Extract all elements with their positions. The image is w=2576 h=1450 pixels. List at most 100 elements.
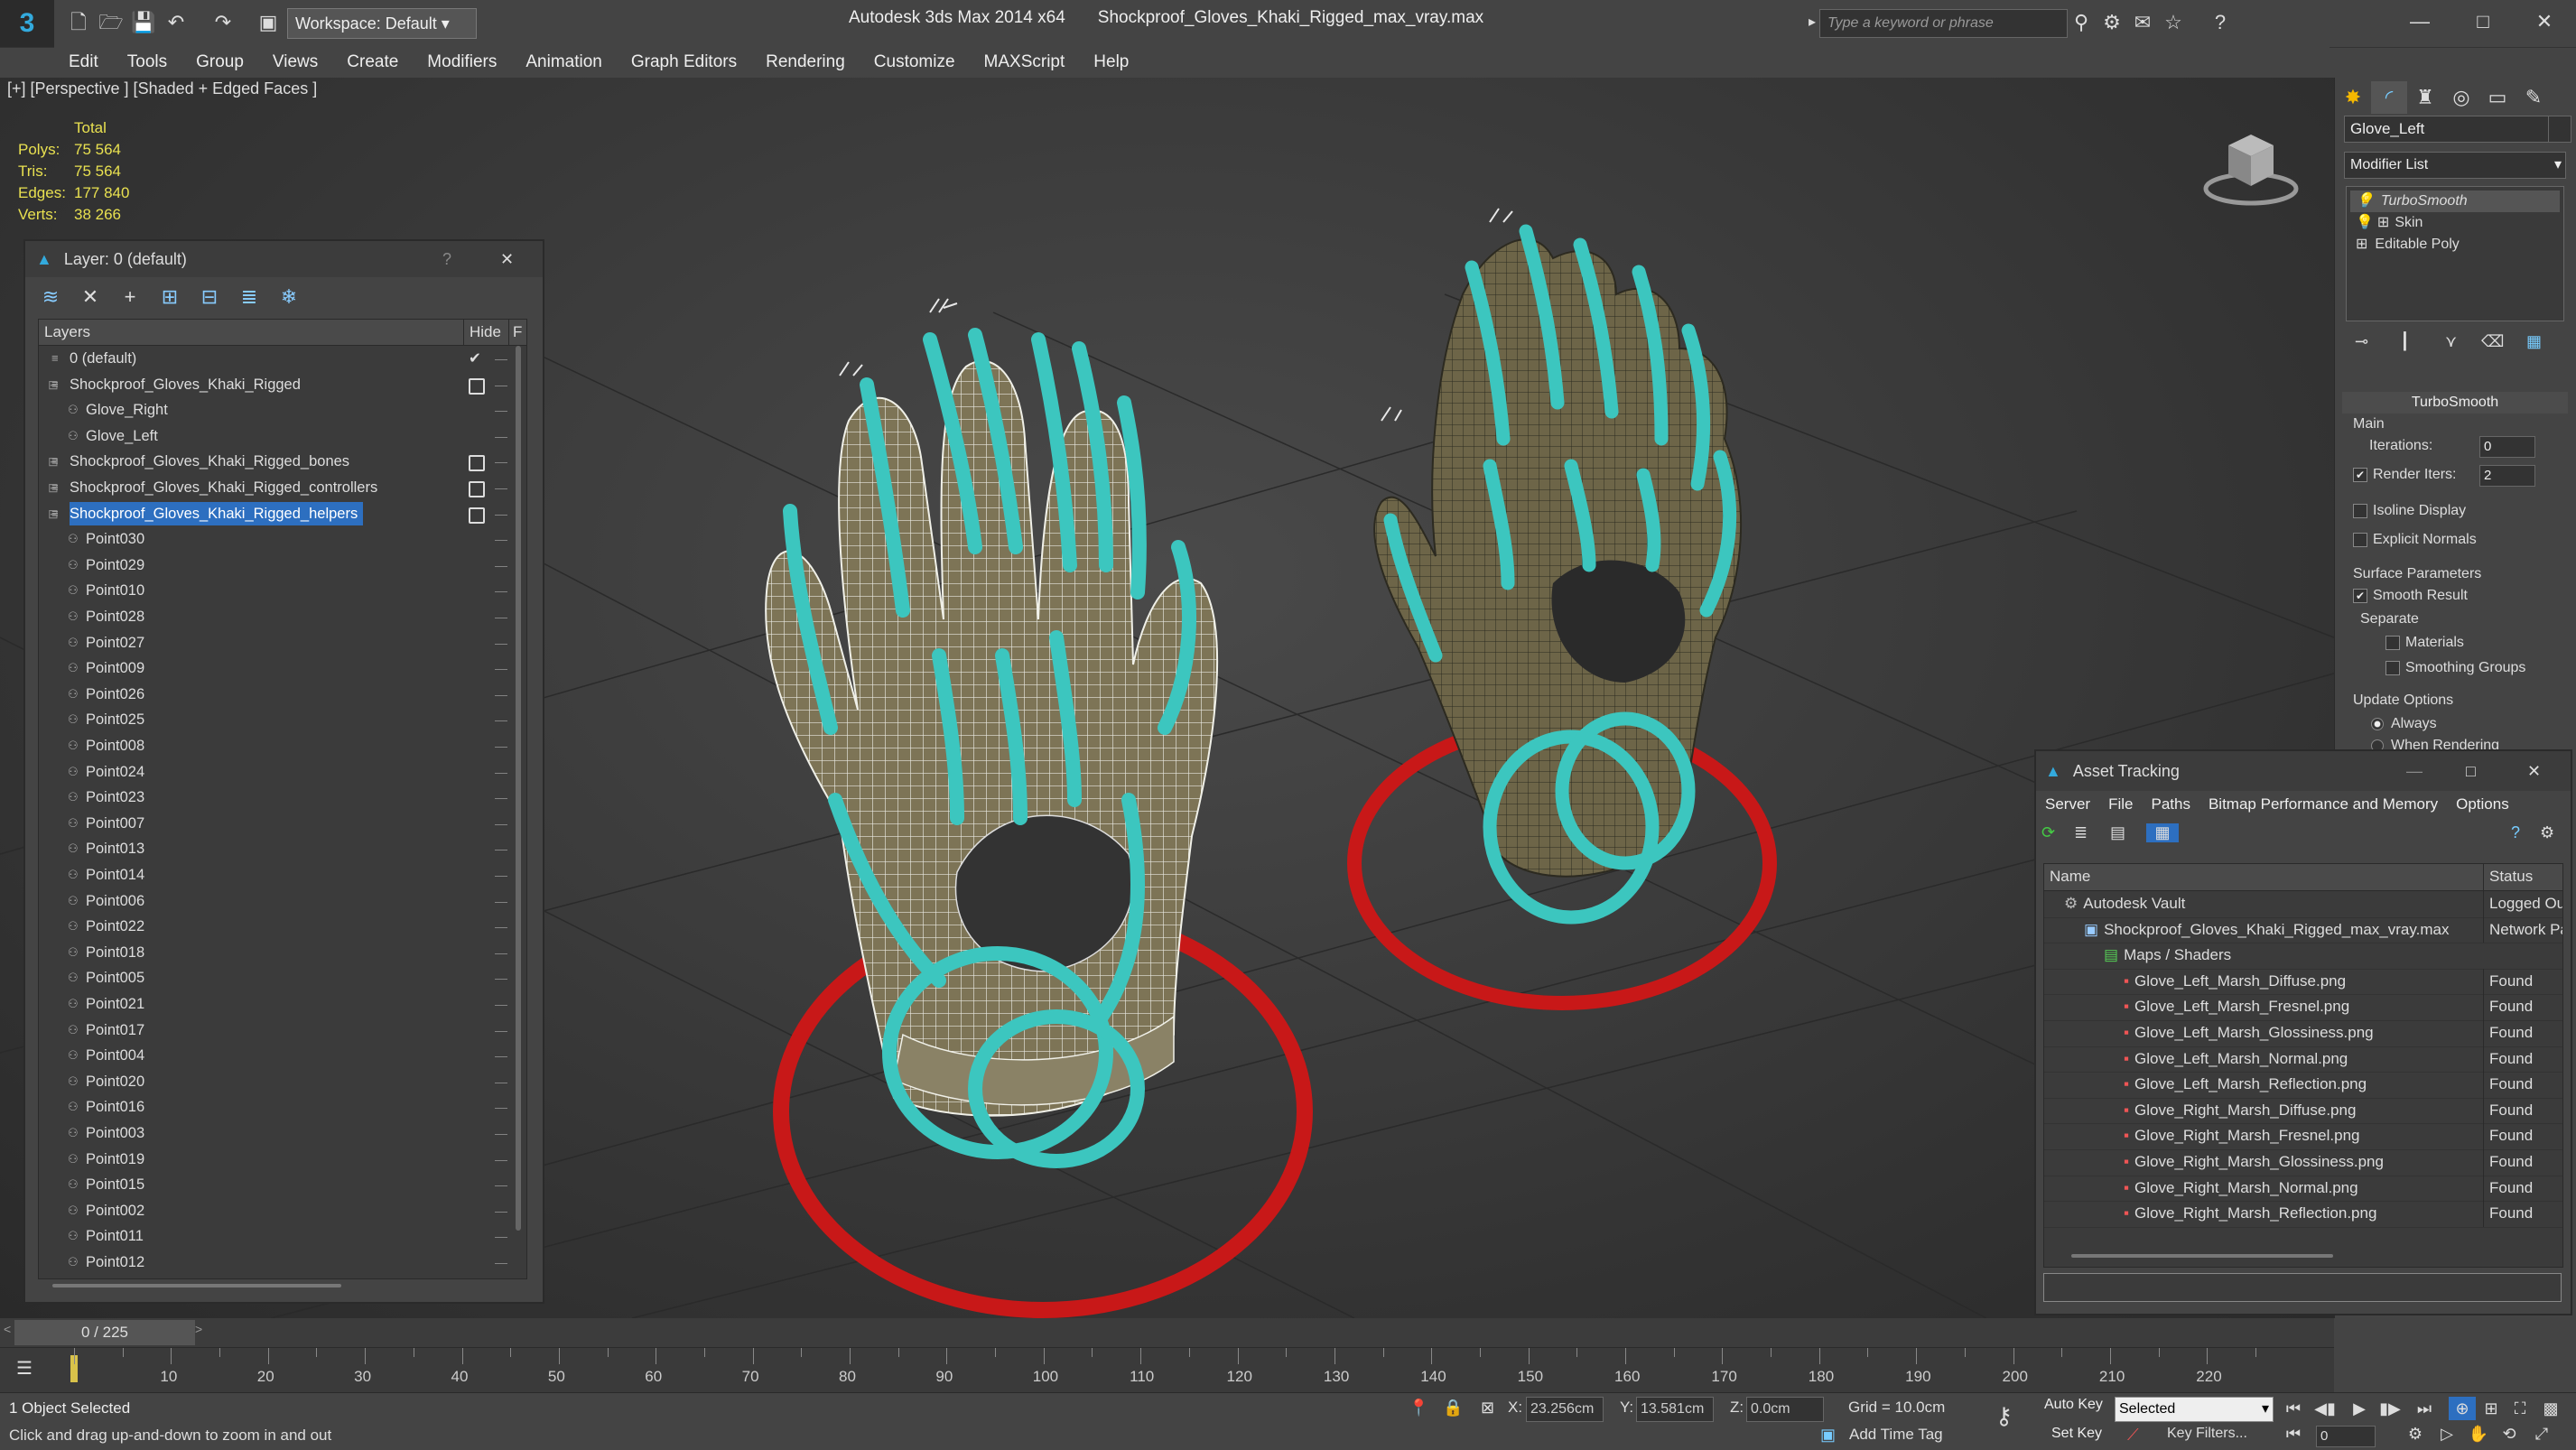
delete-layer-icon[interactable]: ✕ (74, 281, 107, 313)
viewport-label[interactable]: [+] [Perspective ] [Shaded + Edged Faces… (7, 79, 317, 98)
select-objects-in-layer-icon[interactable]: ⊞ (153, 281, 186, 313)
menu-edit[interactable]: Edit (54, 47, 113, 78)
stack-item-turbosmooth[interactable]: 💡 TurboSmooth (2350, 191, 2560, 212)
layer-object-row[interactable]: ⚇ Point005 — (39, 965, 526, 991)
layer-object-row[interactable]: ⚇ Point030 — (39, 526, 526, 553)
hide-toggle[interactable]: — (495, 423, 507, 450)
layer-object-row[interactable]: ⚇ Point020 — (39, 1069, 526, 1095)
layer-object-row[interactable]: ⚇ Point013 — (39, 836, 526, 862)
list-view-icon[interactable]: ≣ (2074, 823, 2110, 842)
asset-menu-options[interactable]: Options (2447, 791, 2518, 818)
layer-dialog-title-bar[interactable]: ▲ Layer: 0 (default) ? ✕ (25, 241, 543, 277)
key-filters-icon[interactable]: ⟋ (2127, 1426, 2139, 1445)
z-coordinate-field[interactable]: 0.0cm (1746, 1397, 1824, 1422)
hide-toggle[interactable]: — (495, 1250, 507, 1276)
asset-path-field[interactable] (2043, 1273, 2562, 1302)
minimize-icon[interactable]: — (2406, 751, 2423, 791)
layer-object-row[interactable]: ⚇ Point014 — (39, 862, 526, 888)
favorites-star-icon[interactable]: ☆ (2160, 9, 2187, 36)
hide-toggle[interactable]: — (495, 1069, 507, 1095)
layer-object-row[interactable]: ⚇ Point025 — (39, 707, 526, 733)
smoothing-groups-checkbox[interactable] (2385, 660, 2400, 675)
layer-object-row[interactable]: ⚇ Glove_Right — (39, 397, 526, 423)
hide-toggle[interactable]: — (495, 759, 507, 785)
isoline-checkbox[interactable] (2353, 503, 2367, 518)
asset-row[interactable]: ▤ Maps / Shaders (2044, 943, 2562, 970)
hide-toggle[interactable]: — (495, 655, 507, 682)
hide-toggle[interactable]: — (495, 785, 507, 811)
layer-object-row[interactable]: ⚇ Point015 — (39, 1172, 526, 1198)
previous-frame-icon[interactable]: ◀▮ (2311, 1397, 2339, 1420)
layer-row[interactable]: ⊟ ≡ Shockproof_Gloves_Khaki_Rigged_bones — (39, 449, 526, 475)
layer-object-row[interactable]: ⚇ Point018 — (39, 940, 526, 966)
layer-help-icon[interactable]: ? (442, 241, 451, 277)
hide-toggle[interactable]: — (495, 1223, 507, 1250)
name-column-header[interactable]: Name (2044, 864, 2483, 890)
isolate-icon[interactable]: 📍 (1409, 1399, 1428, 1417)
layer-object-row[interactable]: ⚇ Point011 — (39, 1223, 526, 1250)
hide-toggle[interactable]: — (495, 940, 507, 966)
next-frame-icon[interactable]: ▮▶ (2376, 1397, 2404, 1420)
set-key-button[interactable]: Set Key (2051, 1426, 2102, 1442)
hide-toggle[interactable]: — (495, 888, 507, 915)
asset-row[interactable]: ▪ Glove_Right_Marsh_Diffuse.png Found (2044, 1097, 2562, 1125)
asset-menu-server[interactable]: Server (2036, 791, 2099, 818)
hide-toggle[interactable]: — (495, 1172, 507, 1198)
smooth-result-checkbox[interactable]: ✔ (2353, 588, 2367, 603)
expand-icon[interactable]: ⊞ (2377, 215, 2389, 230)
menu-help[interactable]: Help (1079, 47, 1143, 78)
menu-tools[interactable]: Tools (113, 47, 181, 78)
asset-help-icon[interactable]: ? (2511, 823, 2520, 842)
hide-toggle[interactable]: — (495, 707, 507, 733)
asset-row[interactable]: ▣ Shockproof_Gloves_Khaki_Rigged_max_vray… (2044, 916, 2562, 944)
asset-row[interactable]: ▪ Glove_Left_Marsh_Fresnel.png Found (2044, 994, 2562, 1021)
communication-icon[interactable]: ✉ (2129, 9, 2156, 36)
motion-tab-icon[interactable]: ◎ (2443, 81, 2479, 114)
layer-horizontal-scrollbar[interactable] (52, 1284, 341, 1287)
hide-toggle[interactable]: — (495, 346, 507, 372)
key-filters-button[interactable]: Key Filters... (2167, 1426, 2247, 1442)
set-current-layer-box[interactable] (469, 377, 485, 395)
hide-column-header[interactable]: Hide (463, 320, 501, 345)
layer-object-row[interactable]: ⚇ Point004 — (39, 1043, 526, 1069)
menu-maxscript[interactable]: MAXScript (970, 47, 1080, 78)
set-key-icon[interactable]: ⚷ (1995, 1402, 2013, 1430)
asset-row[interactable]: ▪ Glove_Right_Marsh_Normal.png Found (2044, 1175, 2562, 1203)
asset-row[interactable]: ▪ Glove_Right_Marsh_Glossiness.png Found (2044, 1149, 2562, 1176)
bulb-icon[interactable]: 💡 (2356, 215, 2374, 230)
workspace-dropdown[interactable]: Workspace: Default ▾ (287, 8, 477, 39)
asset-row[interactable]: ▪ Glove_Left_Marsh_Normal.png Found (2044, 1046, 2562, 1074)
hide-toggle[interactable]: — (495, 836, 507, 862)
asset-row[interactable]: ▪ Glove_Left_Marsh_Reflection.png Found (2044, 1072, 2562, 1099)
zoom-extents-all-icon[interactable]: ▩ (2537, 1397, 2564, 1420)
zoom-extents-icon[interactable]: ⛶ (2506, 1397, 2534, 1420)
expand-icon[interactable]: ⊞ (2356, 237, 2367, 252)
hide-toggle[interactable]: — (495, 914, 507, 940)
asset-tracking-title-bar[interactable]: ▲ Asset Tracking — □ ✕ (2036, 751, 2571, 791)
hide-toggle[interactable]: — (495, 862, 507, 888)
orbit-icon[interactable]: ⟲ (2496, 1422, 2523, 1445)
infocenter-icon[interactable]: ⚙ (2098, 9, 2125, 36)
binoculars-icon[interactable]: ⚲ (2068, 9, 2095, 36)
stack-item-skin[interactable]: 💡 ⊞ Skin (2350, 212, 2423, 234)
app-logo-button[interactable]: 3 (0, 0, 54, 47)
layer-row[interactable]: ≡ 0 (default) ✔ — (39, 346, 526, 372)
asset-row[interactable]: ▪ Glove_Right_Marsh_Reflection.png Found (2044, 1201, 2562, 1228)
add-to-layer-icon[interactable]: + (114, 281, 146, 313)
hide-toggle[interactable]: — (495, 1147, 507, 1173)
undo-icon[interactable]: ↶ (163, 9, 190, 36)
set-current-layer-box[interactable] (469, 481, 485, 497)
asset-menu-paths[interactable]: Paths (2142, 791, 2199, 818)
next-frame-icon[interactable]: > (195, 1322, 202, 1336)
add-time-tag-button[interactable]: Add Time Tag (1849, 1426, 1943, 1444)
show-end-result-icon[interactable]: ┃ (2400, 332, 2410, 351)
layer-object-row[interactable]: ⚇ Point010 — (39, 578, 526, 604)
asset-row[interactable]: ⚙ Autodesk Vault Logged Ou (2044, 891, 2562, 918)
lock-selection-icon[interactable]: 🔒 (1443, 1399, 1463, 1417)
layer-object-row[interactable]: ⚇ Point029 — (39, 553, 526, 579)
display-tab-icon[interactable]: ▭ (2479, 81, 2516, 114)
modify-tab-icon[interactable]: ◜ (2371, 81, 2407, 114)
hide-toggle[interactable]: — (495, 733, 507, 759)
layer-object-row[interactable]: ⚇ Point012 — (39, 1250, 526, 1276)
layer-object-row[interactable]: ⚇ Point021 — (39, 991, 526, 1018)
